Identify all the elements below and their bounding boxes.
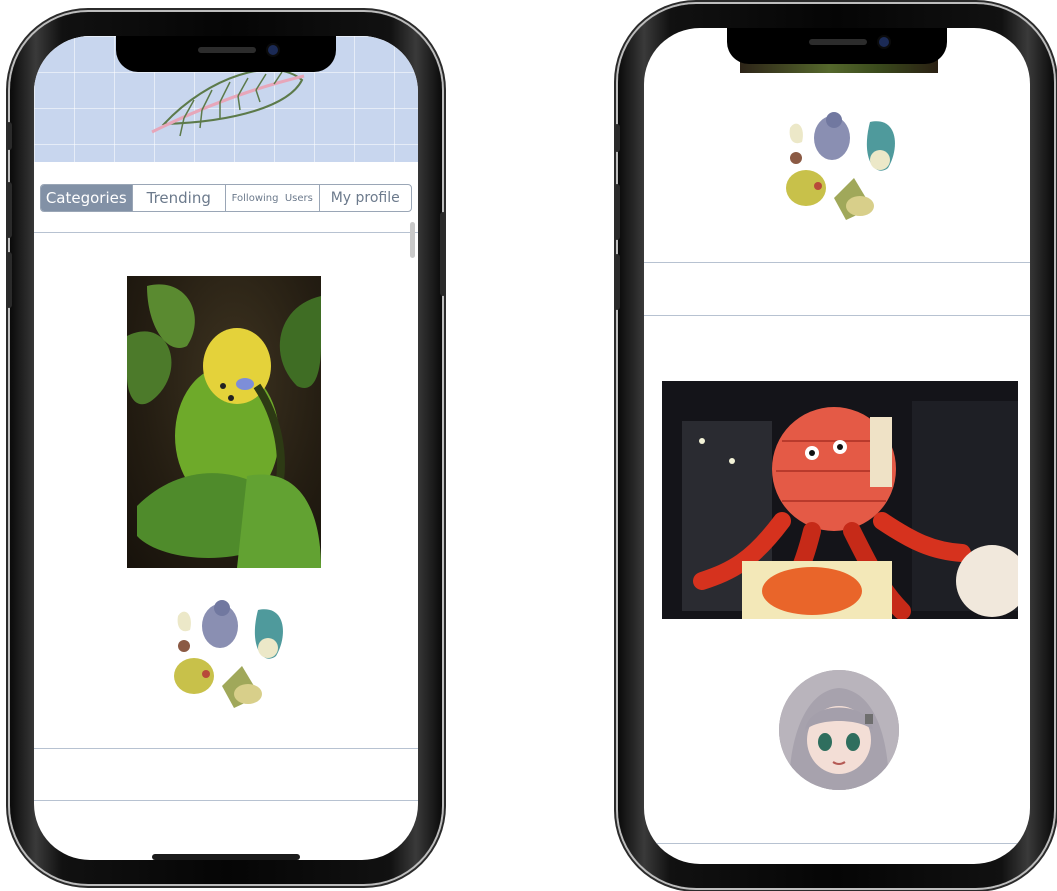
- notch: [116, 36, 336, 72]
- divider: [644, 315, 1030, 316]
- divider: [644, 843, 1030, 844]
- speaker-grille: [809, 39, 867, 45]
- mute-switch: [614, 124, 620, 152]
- parakeet-photo: [127, 284, 321, 568]
- birds-illustration-icon[interactable]: [164, 596, 294, 716]
- front-camera: [268, 45, 278, 55]
- phone-frame-left: Categories Trending Following Users My p…: [6, 12, 446, 884]
- tab-following-users[interactable]: Following Users: [226, 185, 320, 211]
- power-button: [440, 212, 446, 296]
- birds-illustration-icon[interactable]: [776, 108, 906, 228]
- tab-trending[interactable]: Trending: [133, 185, 226, 211]
- home-indicator[interactable]: [152, 854, 300, 860]
- screen-right: [644, 28, 1030, 864]
- divider: [34, 800, 418, 801]
- user-avatar[interactable]: [779, 670, 899, 790]
- divider: [644, 262, 1030, 263]
- divider: [34, 232, 418, 233]
- anime-avatar-icon: [779, 670, 899, 790]
- volume-up-button: [6, 182, 12, 238]
- category-tabs: Categories Trending Following Users My p…: [40, 184, 412, 212]
- front-camera: [879, 37, 889, 47]
- speaker-grille: [198, 47, 256, 53]
- category-image-parakeet[interactable]: [127, 276, 321, 568]
- screen-left: Categories Trending Following Users My p…: [34, 36, 418, 860]
- tab-users-label: Users: [284, 192, 313, 204]
- tab-following-label: Following: [231, 192, 279, 204]
- phone-frame-right: [614, 4, 1054, 888]
- volume-up-button: [614, 184, 620, 240]
- mute-switch: [6, 122, 12, 150]
- divider: [34, 748, 418, 749]
- tab-categories[interactable]: Categories: [41, 185, 133, 211]
- volume-down-button: [614, 254, 620, 310]
- notch: [727, 28, 947, 64]
- tab-my-profile[interactable]: My profile: [320, 185, 412, 211]
- octopus-lantern-photo: [662, 381, 1018, 619]
- volume-down-button: [6, 252, 12, 308]
- category-image-octopus-lantern[interactable]: [662, 381, 1018, 619]
- scrollbar-thumb[interactable]: [410, 222, 415, 258]
